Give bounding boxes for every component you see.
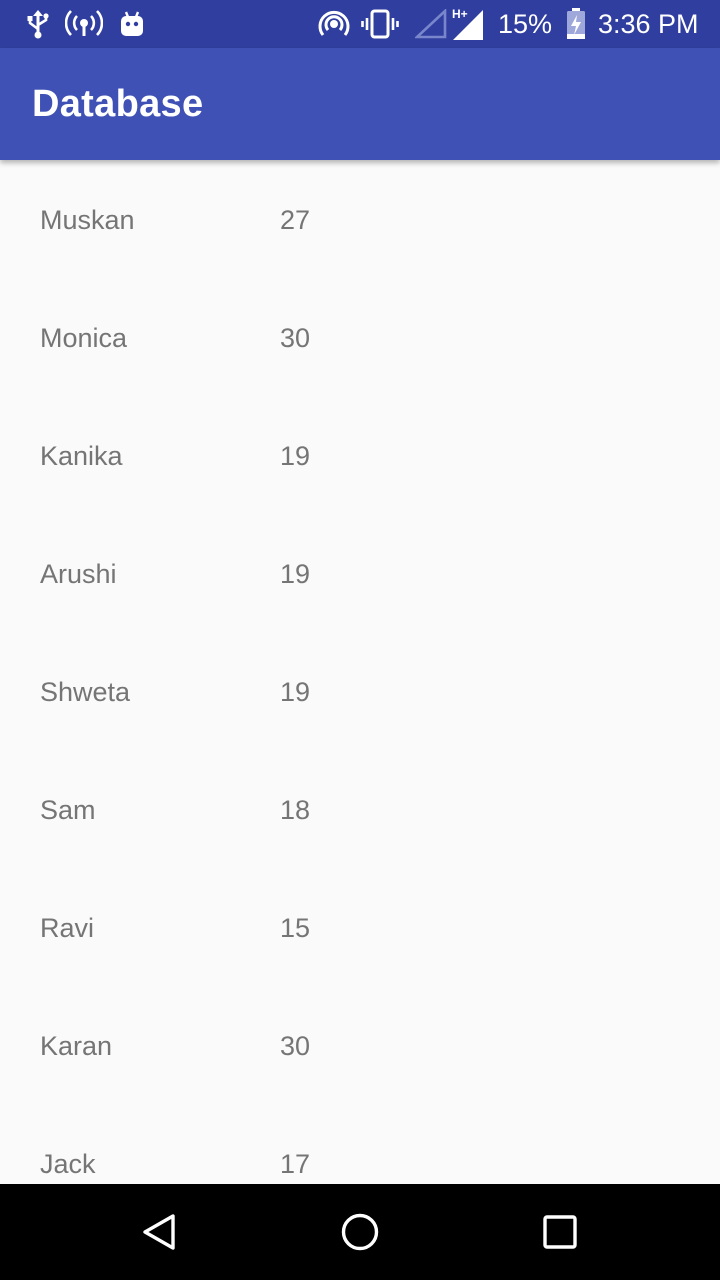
hotspot-icon — [64, 0, 104, 48]
age-label: 19 — [280, 559, 311, 589]
vibrate-icon — [360, 0, 400, 48]
list-item[interactable]: Karan 30 — [0, 986, 720, 1104]
name-label: Monica — [40, 323, 128, 353]
signal-empty-icon — [414, 0, 448, 48]
name-label: Ravi — [40, 913, 95, 943]
list-item[interactable]: Ravi 15 — [0, 868, 720, 986]
age-label: 19 — [280, 677, 311, 707]
back-icon — [143, 1214, 175, 1250]
list-item[interactable]: Muskan 27 — [0, 160, 720, 278]
name-label: Jack — [40, 1149, 96, 1179]
signal-hplus-icon: H+ — [450, 0, 486, 48]
status-bar: H+ 15% 3:36 PM — [0, 0, 720, 48]
clock: 3:36 PM — [598, 9, 699, 39]
list-item[interactable]: Jack 17 — [0, 1104, 720, 1184]
page-title: Database — [32, 83, 204, 125]
usb-icon — [24, 0, 52, 48]
name-label: Sam — [40, 795, 96, 825]
age-label: 17 — [280, 1149, 311, 1179]
database-list[interactable]: Muskan 27 Monica 30 Kanika 19 Arushi 19 … — [0, 160, 720, 1184]
age-label: 19 — [280, 441, 311, 471]
age-label: 27 — [280, 205, 311, 235]
recents-icon — [543, 1215, 577, 1249]
name-label: Shweta — [40, 677, 131, 707]
age-label: 18 — [280, 795, 311, 825]
age-label: 15 — [280, 913, 311, 943]
list-item[interactable]: Kanika 19 — [0, 396, 720, 514]
home-icon — [341, 1213, 379, 1251]
navigation-bar — [0, 1184, 720, 1280]
name-label: Arushi — [40, 559, 117, 589]
name-label: Muskan — [40, 205, 135, 235]
back-button[interactable] — [112, 1184, 208, 1280]
list-item[interactable]: Arushi 19 — [0, 514, 720, 632]
age-label: 30 — [280, 323, 311, 353]
age-label: 30 — [280, 1031, 311, 1061]
name-label: Kanika — [40, 441, 123, 471]
app-bar: Database — [0, 48, 720, 160]
nfc-icon — [316, 0, 352, 48]
list-item[interactable]: Shweta 19 — [0, 632, 720, 750]
battery-percent: 15% — [498, 9, 553, 39]
recents-button[interactable] — [512, 1184, 608, 1280]
svg-text:H+: H+ — [452, 7, 468, 21]
name-label: Karan — [40, 1031, 113, 1061]
list-item[interactable]: Monica 30 — [0, 278, 720, 396]
home-button[interactable] — [312, 1184, 408, 1280]
battery-charging-icon — [564, 0, 588, 48]
android-icon — [116, 0, 148, 48]
list-item[interactable]: Sam 18 — [0, 750, 720, 868]
